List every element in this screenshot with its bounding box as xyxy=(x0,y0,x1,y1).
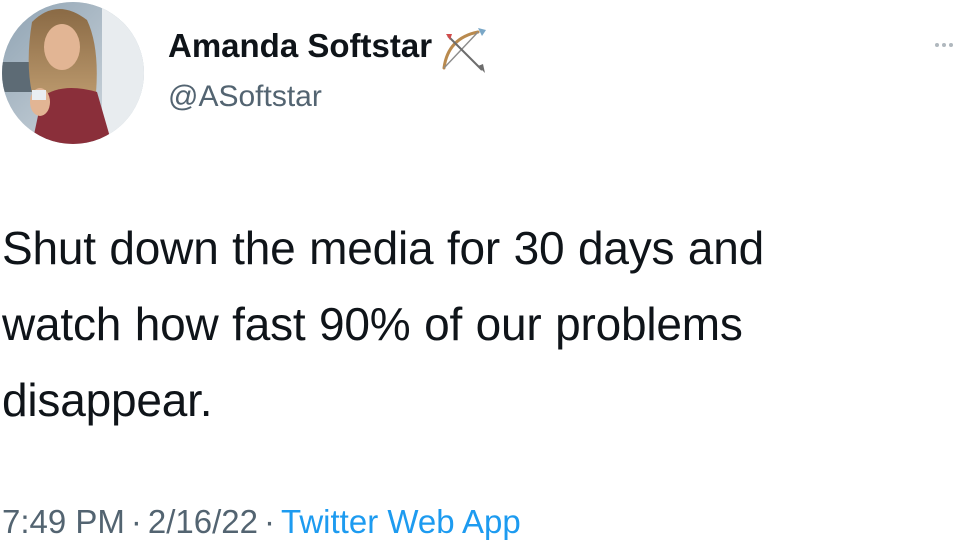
tweet-text: Shut down the media for 30 days and watc… xyxy=(2,210,957,438)
more-options-button[interactable] xyxy=(928,30,958,60)
tweet-date[interactable]: 2/16/22 xyxy=(148,503,258,540)
meta-separator: · xyxy=(130,503,142,540)
display-name[interactable]: Amanda Softstar xyxy=(168,27,432,65)
author-handle[interactable]: @ASoftstar xyxy=(168,80,322,114)
meta-separator: · xyxy=(264,503,276,540)
tweet-text-line: watch how fast 90% of our problems xyxy=(2,298,743,350)
tweet-text-line: disappear. xyxy=(2,374,213,426)
tweet-source-link[interactable]: Twitter Web App xyxy=(281,503,521,540)
tweet-text-line: Shut down the media for 30 days and xyxy=(2,222,765,274)
bow-and-arrow-icon xyxy=(438,24,490,76)
tweet-meta: 7:49 PM · 2/16/22 · Twitter Web App xyxy=(2,500,521,544)
avatar[interactable] xyxy=(2,2,144,144)
tweet-time[interactable]: 7:49 PM xyxy=(2,503,125,540)
tweet-card: Amanda Softstar @ASoftstar Shut down the… xyxy=(0,0,959,550)
avatar-photo xyxy=(2,2,144,144)
author-name-row[interactable]: Amanda Softstar xyxy=(168,24,490,73)
more-dots-icon xyxy=(935,43,953,47)
